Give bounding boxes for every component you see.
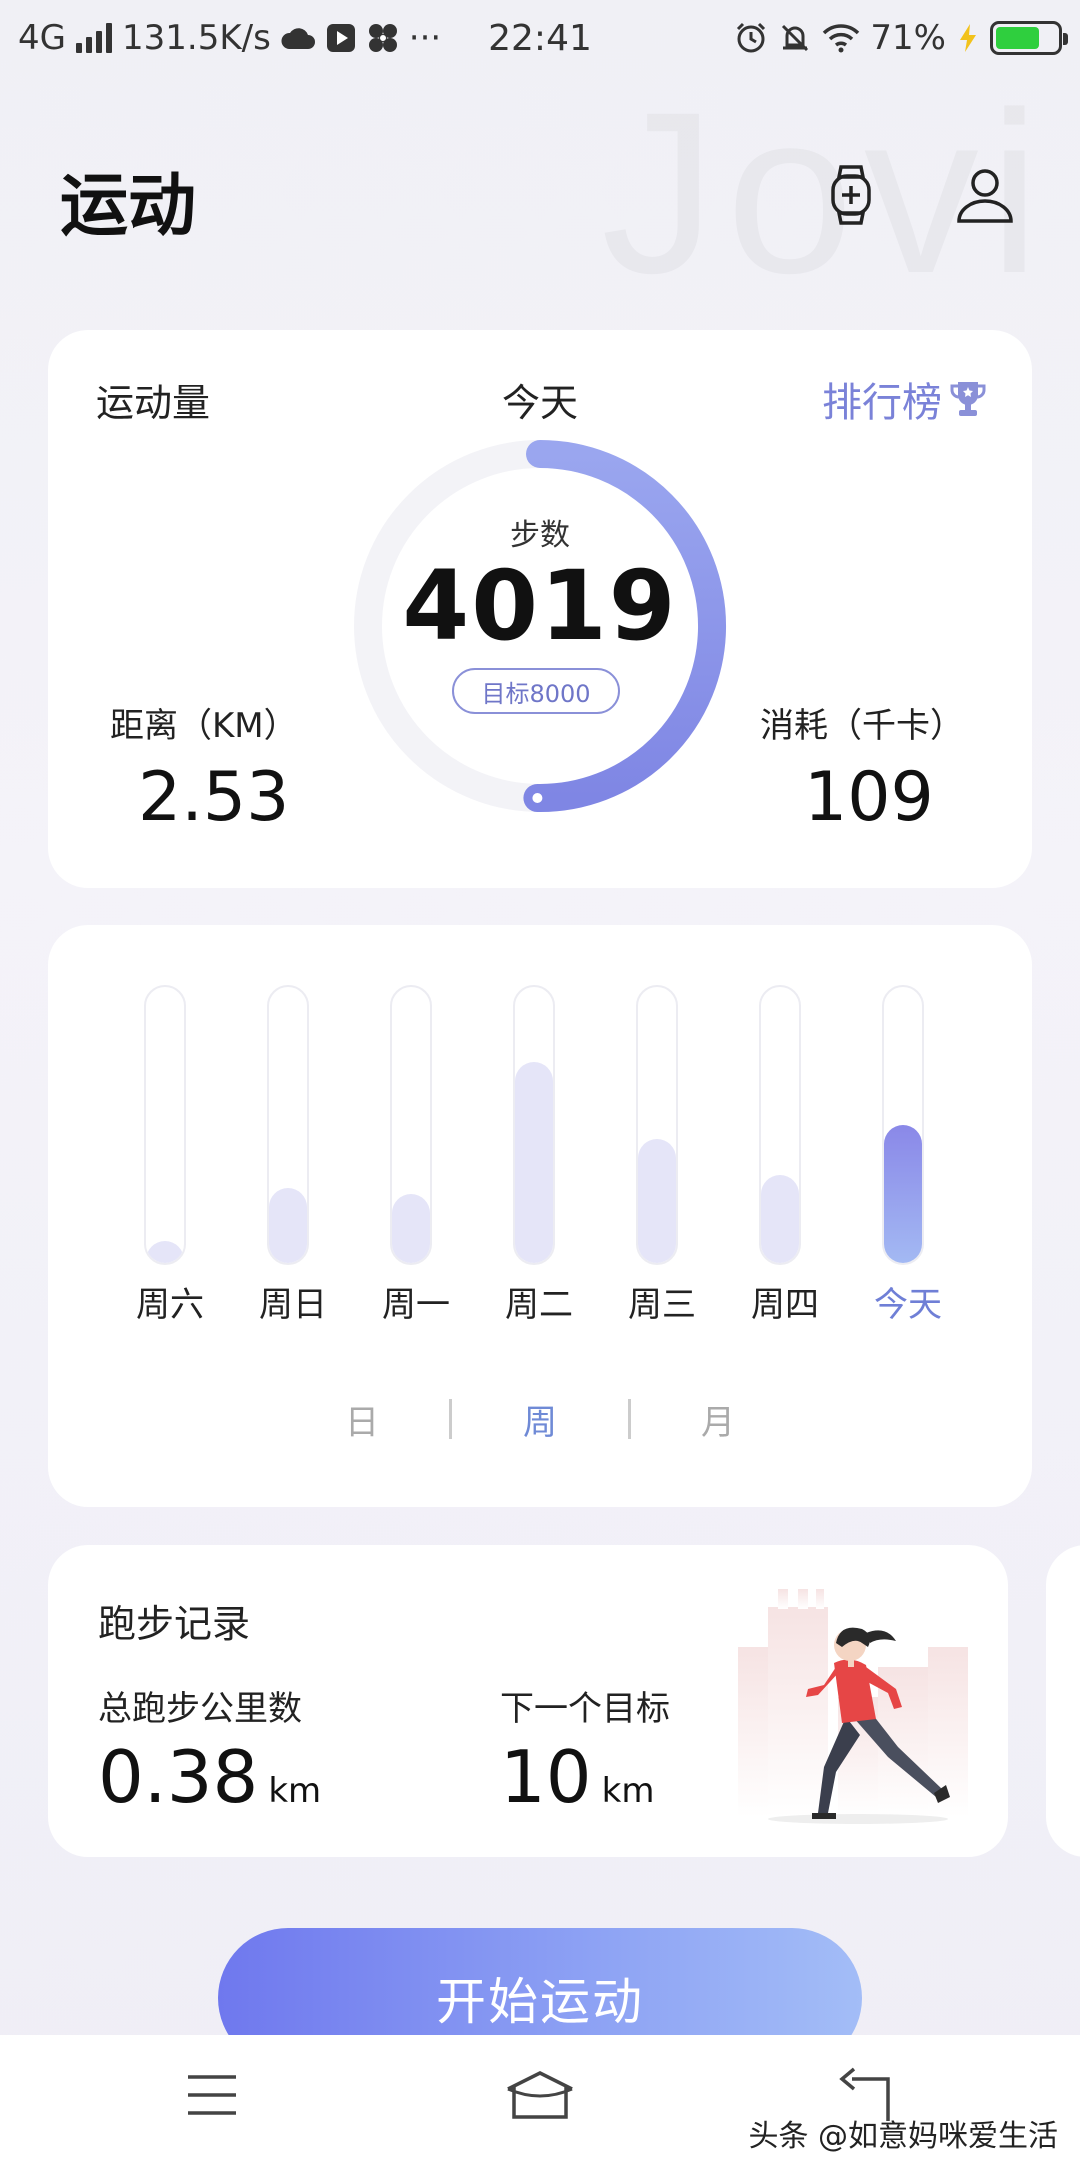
more-icon: ··· bbox=[408, 18, 442, 58]
next-card-peek[interactable] bbox=[1046, 1545, 1080, 1857]
distance-label: 距离（KM） bbox=[110, 706, 298, 746]
next-goal-unit: km bbox=[601, 1771, 655, 1811]
activity-summary-card[interactable]: 运动量 今天 排行榜 步数 4019 目标8000 距离（KM） 2.53 消耗… bbox=[48, 330, 1032, 888]
activity-label: 运动量 bbox=[96, 381, 211, 425]
running-record-card[interactable]: 跑步记录 总跑步公里数 0.38 km 下一个目标 10 km bbox=[48, 1545, 1008, 1857]
calories-value: 109 bbox=[804, 758, 934, 837]
day-label: 周三 bbox=[628, 1285, 696, 1325]
ranking-label: 排行榜 bbox=[822, 380, 942, 426]
next-goal-value: 10 km bbox=[500, 1735, 654, 1819]
day-bar[interactable] bbox=[267, 985, 309, 1265]
tab-day[interactable]: 日 bbox=[322, 1395, 402, 1444]
day-bar-fill bbox=[761, 1175, 799, 1263]
status-right: 71% bbox=[734, 18, 1068, 58]
day-bar[interactable] bbox=[513, 985, 555, 1265]
day-bar-fill bbox=[269, 1188, 307, 1263]
header: 运动 bbox=[0, 120, 1080, 270]
day-label: 周日 bbox=[259, 1285, 327, 1325]
home-icon[interactable] bbox=[500, 2065, 580, 2125]
page-title: 运动 bbox=[60, 167, 197, 246]
total-distance-value: 0.38 km bbox=[98, 1735, 321, 1819]
total-distance-label: 总跑步公里数 bbox=[98, 1689, 302, 1729]
runner-illustration bbox=[738, 1589, 968, 1824]
tab-month[interactable]: 月 bbox=[678, 1395, 758, 1444]
steps-progress-ring: 步数 4019 目标8000 bbox=[344, 430, 736, 822]
status-left: 4G 131.5K/s ··· bbox=[18, 18, 441, 58]
menu-icon[interactable] bbox=[172, 2065, 252, 2125]
trophy-icon bbox=[950, 382, 986, 416]
tab-week[interactable]: 周 bbox=[500, 1395, 580, 1444]
charging-icon bbox=[960, 24, 976, 52]
day-bar[interactable] bbox=[636, 985, 678, 1265]
day-label: 今天 bbox=[874, 1285, 942, 1325]
network-type: 4G bbox=[18, 18, 66, 58]
signal-icon bbox=[75, 23, 112, 53]
network-speed: 131.5K/s bbox=[121, 18, 271, 58]
next-goal-label: 下一个目标 bbox=[500, 1689, 670, 1729]
day-bar-fill bbox=[146, 1241, 184, 1263]
day-label: 周一 bbox=[382, 1285, 450, 1325]
steps-value: 4019 bbox=[402, 550, 678, 662]
total-distance-number: 0.38 bbox=[98, 1735, 259, 1819]
status-bar: 4G 131.5K/s ··· 22:41 71% bbox=[0, 0, 1080, 76]
fan-icon bbox=[368, 24, 397, 52]
battery-percent: 71% bbox=[870, 18, 946, 58]
steps-label: 步数 bbox=[510, 518, 570, 553]
wifi-icon bbox=[823, 24, 860, 53]
running-record-title: 跑步记录 bbox=[98, 1602, 251, 1646]
distance-value: 2.53 bbox=[138, 758, 290, 837]
tab-separator bbox=[449, 1399, 452, 1439]
alarm-icon bbox=[737, 22, 766, 53]
day-bar[interactable] bbox=[759, 985, 801, 1265]
weekly-steps-card: 周六 周日 周一 周二 周三 周四 今天 日 周 月 bbox=[48, 925, 1032, 1507]
calories-label: 消耗（千卡） bbox=[760, 706, 964, 746]
day-bar-fill bbox=[515, 1062, 553, 1263]
steps-center: 步数 4019 目标8000 bbox=[344, 430, 736, 822]
day-bar-fill bbox=[392, 1194, 430, 1263]
day-bar[interactable] bbox=[390, 985, 432, 1265]
battery-fill bbox=[996, 27, 1039, 49]
day-bar[interactable] bbox=[144, 985, 186, 1265]
watermark-credit: 头条 @如意妈咪爱生活 bbox=[748, 2119, 1058, 2154]
battery-icon bbox=[990, 21, 1068, 55]
ranking-link[interactable]: 排行榜 bbox=[822, 370, 986, 428]
day-bar[interactable] bbox=[882, 985, 924, 1265]
period-label: 今天 bbox=[501, 381, 578, 425]
profile-icon[interactable] bbox=[950, 160, 1020, 230]
range-tabs: 日 周 月 bbox=[48, 1395, 1032, 1445]
total-distance-unit: km bbox=[268, 1771, 322, 1811]
cloud-icon bbox=[281, 28, 315, 49]
steps-goal-badge: 目标8000 bbox=[452, 668, 620, 714]
watch-add-icon[interactable] bbox=[816, 160, 886, 230]
day-label: 周四 bbox=[751, 1285, 819, 1325]
mute-icon bbox=[782, 24, 809, 52]
day-bar-fill bbox=[638, 1139, 676, 1263]
tab-separator bbox=[628, 1399, 631, 1439]
day-label: 周二 bbox=[505, 1285, 573, 1325]
day-label: 周六 bbox=[136, 1285, 204, 1325]
video-icon bbox=[326, 24, 355, 52]
day-bar-fill bbox=[884, 1125, 922, 1263]
next-goal-number: 10 bbox=[500, 1735, 592, 1819]
